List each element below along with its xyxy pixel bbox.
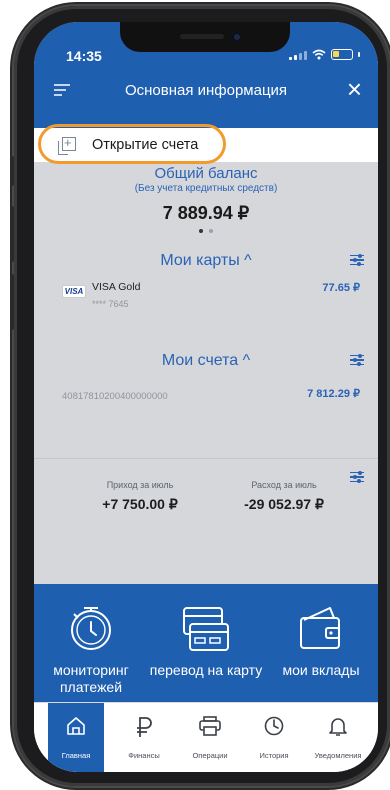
status-icons bbox=[289, 49, 360, 60]
notch bbox=[120, 22, 290, 52]
signal-icon bbox=[289, 50, 307, 60]
tab-notifications[interactable]: Уведомления bbox=[310, 703, 366, 772]
highlight-ring bbox=[38, 124, 226, 164]
tab-home-label: Главная bbox=[61, 751, 91, 760]
battery-cap bbox=[358, 52, 360, 57]
printer-icon bbox=[199, 716, 221, 736]
payment-monitoring-button[interactable]: мониторинг платежей bbox=[34, 584, 148, 714]
bell-icon bbox=[329, 718, 347, 736]
income-label: Приход за июль bbox=[106, 480, 174, 490]
card-transfer-button[interactable]: перевод на карту bbox=[149, 584, 263, 714]
tab-history-label: История bbox=[259, 751, 289, 760]
tab-operations-label: Операции bbox=[192, 751, 228, 760]
payment-monitoring-label: мониторинг платежей bbox=[53, 662, 129, 695]
visa-logo: VISA bbox=[62, 285, 86, 298]
wallet-icon bbox=[300, 607, 340, 649]
my-deposits-button[interactable]: мои вклады bbox=[264, 584, 378, 714]
tab-home[interactable]: Главная bbox=[48, 703, 104, 772]
my-accounts-toggle[interactable]: Мои счета ^ bbox=[34, 352, 378, 370]
expense-label: Расход за июль bbox=[251, 480, 317, 490]
ruble-icon bbox=[137, 717, 152, 737]
history-icon bbox=[264, 716, 284, 736]
mute-switch bbox=[10, 156, 14, 186]
expense-value: -29 052.97 ₽ bbox=[244, 496, 324, 512]
cards-filter-icon[interactable] bbox=[350, 252, 364, 268]
close-icon[interactable]: × bbox=[347, 76, 362, 102]
account-number[interactable]: 40817810200400000000 bbox=[62, 391, 168, 402]
bottom-tab-bar: Главная Финансы Операции История Уведомл… bbox=[34, 702, 378, 772]
tab-notifications-label: Уведомления bbox=[314, 751, 362, 760]
balance-title: Общий баланс bbox=[154, 165, 258, 182]
page-title: Основная информация bbox=[124, 82, 288, 99]
card-transfer-label: перевод на карту bbox=[149, 662, 263, 678]
accounts-filter-icon[interactable] bbox=[350, 352, 364, 368]
status-time: 14:35 bbox=[66, 48, 102, 64]
tab-finances[interactable]: Финансы bbox=[116, 703, 172, 772]
account-balance: 7 812.29 ₽ bbox=[307, 388, 360, 400]
battery-icon bbox=[331, 49, 353, 60]
card-name[interactable]: VISA Gold bbox=[92, 281, 140, 293]
wifi-icon bbox=[312, 49, 326, 60]
clock-icon bbox=[71, 607, 111, 650]
section-divider bbox=[34, 458, 378, 459]
volume-up-button bbox=[10, 206, 14, 262]
tab-finances-label: Финансы bbox=[128, 751, 160, 760]
card-transfer-icon bbox=[183, 607, 229, 651]
home-icon bbox=[67, 717, 85, 735]
my-deposits-label: мои вклады bbox=[282, 662, 360, 678]
balance-subtitle: (Без учета кредитных средств) bbox=[134, 183, 278, 194]
quick-actions-panel: мониторинг платежей перевод на карту мои… bbox=[34, 584, 378, 714]
card-balance: 77.65 ₽ bbox=[322, 282, 360, 294]
volume-down-button bbox=[10, 274, 14, 330]
phone-screen: 14:35 Основная информация × Открытие сче… bbox=[34, 22, 378, 772]
camera bbox=[232, 32, 242, 42]
income-value: +7 750.00 ₽ bbox=[102, 496, 178, 512]
balance-amount: 7 889.94 ₽ bbox=[162, 203, 250, 223]
tab-operations[interactable]: Операции bbox=[182, 703, 238, 772]
tab-history[interactable]: История bbox=[246, 703, 302, 772]
page-indicator bbox=[34, 229, 378, 233]
card-number-mask: **** 7645 bbox=[92, 299, 129, 309]
speaker bbox=[180, 34, 224, 39]
my-cards-toggle[interactable]: Мои карты ^ bbox=[34, 252, 378, 270]
